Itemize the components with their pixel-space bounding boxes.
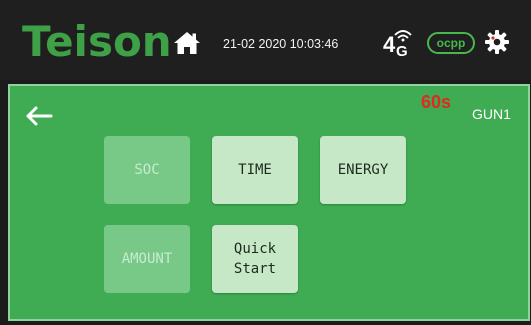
soc-button[interactable]: SOC — [104, 136, 190, 204]
countdown-timer: 60s — [421, 92, 452, 112]
quick-start-button[interactable]: Quick Start — [212, 225, 298, 293]
arrow-left-icon[interactable] — [24, 105, 54, 127]
time-button[interactable]: TIME — [212, 136, 298, 204]
datetime-display: 21-02 2020 10:03:46 — [223, 37, 339, 51]
gun-label: GUN1 — [472, 106, 511, 122]
ocpp-badge: ocpp — [427, 32, 475, 54]
header-bar: Teison 21-02 2020 10:03:46 4 G ocpp — [0, 0, 531, 80]
svg-text:4: 4 — [383, 32, 396, 57]
svg-text:G: G — [396, 43, 408, 60]
home-icon[interactable] — [172, 30, 202, 56]
brand-logo: Teison — [22, 17, 172, 66]
energy-button[interactable]: ENERGY — [320, 136, 406, 204]
signal-icon: 4 G — [383, 26, 419, 60]
gear-icon[interactable] — [484, 29, 510, 55]
amount-button[interactable]: AMOUNT — [104, 225, 190, 293]
